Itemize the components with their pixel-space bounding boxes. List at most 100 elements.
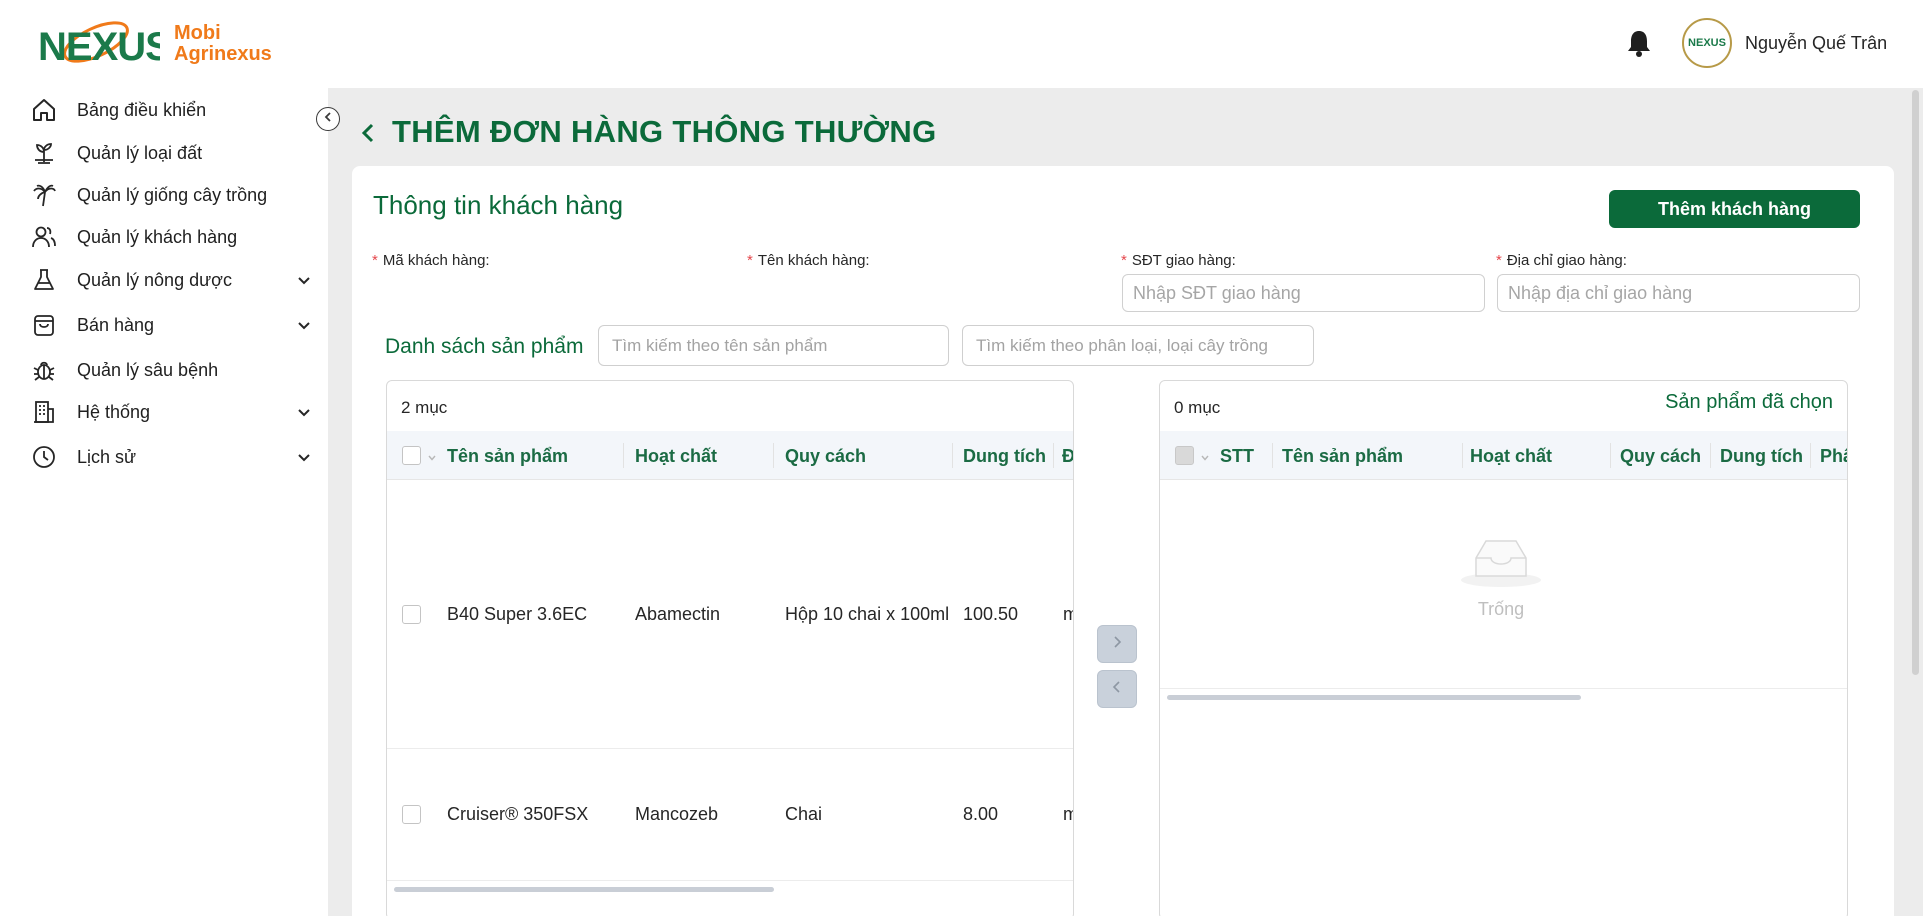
top-header: NEXUS Mobi Agrinexus NEXUS Nguyễn Quế Tr… <box>0 0 1923 88</box>
select-all-checkbox[interactable] <box>1175 446 1194 465</box>
sidebar-item-label: Quản lý nông dược <box>77 269 232 290</box>
delivery-phone-label-text: SĐT giao hàng: <box>1131 252 1236 269</box>
empty-state: Trống <box>1456 536 1546 620</box>
cell-active-ingredient: Abamectin <box>635 604 721 624</box>
product-name-search-input[interactable] <box>598 325 949 366</box>
column-header-index: STT <box>1220 446 1254 466</box>
user-avatar[interactable]: NEXUS <box>1682 18 1732 68</box>
row-checkbox[interactable] <box>402 605 421 624</box>
row-divider <box>387 748 1073 749</box>
customer-name-label-text: Tên khách hàng: <box>757 252 870 269</box>
cell-product-name: Cruiser® 350FSX <box>447 804 589 824</box>
brand-logo[interactable]: NEXUS Mobi Agrinexus <box>36 16 272 72</box>
brand-name-line1: Mobi <box>174 22 221 44</box>
move-left-button[interactable] <box>1097 670 1137 708</box>
column-header-category: Phâ <box>1820 446 1847 466</box>
chevron-down-icon <box>296 404 312 420</box>
sidebar-item-dashboard[interactable]: Bảng điều khiển <box>30 90 312 130</box>
row-divider <box>387 880 1073 881</box>
brand-name: Mobi Agrinexus <box>174 23 272 65</box>
move-right-button[interactable] <box>1097 625 1137 663</box>
notification-bell-icon[interactable] <box>1625 28 1653 58</box>
delivery-phone-input[interactable] <box>1122 274 1485 312</box>
cell-volume: 100.50 <box>963 604 1019 624</box>
column-header-volume: Dung tích <box>1720 446 1803 466</box>
cell-volume: 8.00 <box>963 804 999 824</box>
required-mark: * <box>1121 252 1127 269</box>
sidebar-item-label: Bán hàng <box>77 314 155 335</box>
chevron-down-icon <box>296 449 312 465</box>
row-checkbox[interactable] <box>402 805 421 824</box>
brand-name-line2: Agrinexus <box>174 43 272 65</box>
empty-state-text: Trống <box>1477 599 1525 619</box>
column-header-active-ingredient: Hoạt chất <box>635 446 718 466</box>
sidebar-item-label: Quản lý sâu bệnh <box>77 359 219 380</box>
select-all-checkbox[interactable] <box>402 446 421 465</box>
chevron-down-icon <box>296 272 312 288</box>
cell-active-ingredient: Mancozeb <box>635 804 719 824</box>
required-mark: * <box>1496 252 1502 269</box>
building-icon <box>30 398 58 426</box>
chevron-down-icon <box>296 317 312 333</box>
sidebar-collapse-button[interactable] <box>316 107 340 131</box>
column-divider <box>1053 443 1054 468</box>
cell-unit: m <box>1063 804 1073 825</box>
svg-text:NEXUS: NEXUS <box>38 25 160 69</box>
back-arrow-icon[interactable] <box>358 121 378 145</box>
user-name[interactable]: Nguyễn Quế Trân <box>1745 33 1887 54</box>
sidebar-item-label: Quản lý giống cây trồng <box>77 184 268 205</box>
sidebar-item-label: Quản lý khách hàng <box>77 226 238 247</box>
avatar-text: NEXUS <box>1688 37 1726 49</box>
page-vertical-scrollbar[interactable] <box>1912 90 1919 675</box>
column-divider <box>1610 443 1611 468</box>
delivery-address-input[interactable] <box>1497 274 1860 312</box>
bug-icon <box>30 356 58 384</box>
customer-name-label: * Tên khách hàng: <box>747 252 870 269</box>
chevron-right-icon <box>1110 635 1124 654</box>
palm-tree-icon <box>30 181 58 209</box>
available-products-panel: 2 mục Tên sản phẩm Hoạt chất Quy cách Du… <box>386 380 1074 916</box>
flask-icon <box>30 266 58 294</box>
sidebar-item-label: Quản lý loại đất <box>77 142 203 163</box>
horizontal-scrollbar[interactable] <box>1167 695 1581 700</box>
column-header-product-name: Tên sản phẩm <box>447 446 569 466</box>
sidebar-item-customers[interactable]: Quản lý khách hàng <box>30 217 312 257</box>
sidebar-item-pesticides[interactable]: Quản lý nông dược <box>30 260 312 300</box>
add-customer-button[interactable]: Thêm khách hàng <box>1609 190 1860 228</box>
product-category-search-input[interactable] <box>962 325 1314 366</box>
page-title: THÊM ĐƠN HÀNG THÔNG THƯỜNG <box>392 114 937 149</box>
column-divider <box>952 443 953 468</box>
sidebar-item-label: Bảng điều khiển <box>77 99 207 120</box>
customer-section-title: Thông tin khách hàng <box>373 190 624 220</box>
column-divider <box>623 443 624 468</box>
home-icon <box>30 96 58 124</box>
cell-product-name: B40 Super 3.6EC <box>447 604 588 624</box>
available-table-header: Tên sản phẩm Hoạt chất Quy cách Dung tíc… <box>387 431 1073 480</box>
sidebar-item-soil-types[interactable]: Quản lý loại đất <box>30 133 312 173</box>
sidebar-item-label: Lịch sử <box>77 446 137 467</box>
column-divider <box>1272 443 1273 468</box>
nexus-logo-icon: NEXUS <box>36 16 160 72</box>
sidebar-item-system[interactable]: Hệ thống <box>30 392 312 432</box>
clock-icon <box>30 443 58 471</box>
required-mark: * <box>372 252 378 269</box>
sidebar-item-pests[interactable]: Quản lý sâu bệnh <box>30 350 312 390</box>
chevron-down-icon[interactable] <box>1200 450 1210 461</box>
chevron-left-icon <box>322 110 334 128</box>
empty-inbox-icon <box>1456 540 1546 592</box>
cell-specification: Hộp 10 chai x 100ml <box>785 604 950 624</box>
selected-table-header: STT Tên sản phẩm Hoạt chất Quy cách Dung… <box>1160 431 1847 480</box>
sidebar-item-history[interactable]: Lịch sử <box>30 437 312 477</box>
sidebar-item-sales[interactable]: Bán hàng <box>30 305 312 345</box>
chevron-left-icon <box>1110 680 1124 699</box>
selected-count: 0 mục <box>1174 398 1221 417</box>
cell-unit: m <box>1063 604 1073 625</box>
column-divider <box>1810 443 1811 468</box>
sidebar-item-plant-varieties[interactable]: Quản lý giống cây trồng <box>30 175 312 215</box>
column-header-product-name: Tên sản phẩm <box>1282 446 1404 466</box>
horizontal-scrollbar[interactable] <box>394 887 774 892</box>
cell-specification: Chai <box>785 804 823 824</box>
chevron-down-icon[interactable] <box>427 450 437 461</box>
users-icon <box>30 223 58 251</box>
available-count: 2 mục <box>401 398 448 417</box>
